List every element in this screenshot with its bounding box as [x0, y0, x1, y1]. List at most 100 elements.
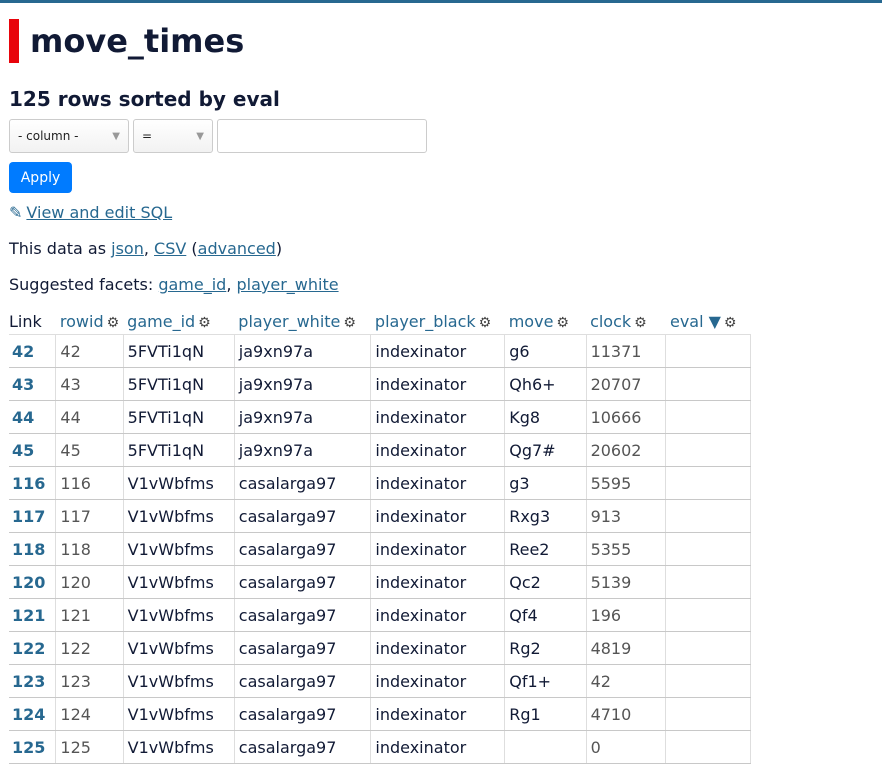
cell-player-black: indexinator [370, 532, 506, 566]
cell-clock: 20602 [586, 433, 667, 467]
cell-game-id: V1vWbfms [123, 466, 235, 500]
gear-icon[interactable]: ⚙ [634, 315, 647, 331]
gear-icon[interactable]: ⚙ [343, 315, 356, 331]
export-row: This data as json, CSV (advanced) [9, 239, 282, 258]
cell-eval [665, 499, 752, 533]
row-link[interactable]: 123 [9, 664, 57, 698]
column-header-player-white[interactable]: player_white ⚙ [234, 308, 371, 335]
operator-select[interactable]: = ▼ [133, 119, 213, 153]
row-link[interactable]: 44 [9, 400, 57, 434]
cell-move: g6 [504, 334, 587, 368]
column-header-game-id[interactable]: game_id ⚙ [123, 308, 235, 335]
csv-link[interactable]: CSV [154, 239, 186, 258]
cell-move: Qg7# [504, 433, 587, 467]
filter-value-input[interactable] [217, 119, 427, 153]
column-header-eval[interactable]: eval ▼ ⚙ [665, 308, 751, 335]
column-header-label: player_black [374, 311, 476, 331]
facets-label: Suggested facets: [9, 275, 159, 294]
table-header-row: Link rowid ⚙ game_id ⚙ player_white ⚙ playe… [9, 308, 751, 335]
cell-rowid: 123 [55, 664, 124, 698]
cell-eval [665, 433, 752, 467]
cell-player-white: casalarga97 [234, 532, 372, 566]
cell-eval [665, 730, 752, 764]
column-select[interactable]: - column - ▼ [9, 119, 129, 153]
export-label: This data as [9, 239, 112, 258]
cell-player-black: indexinator [370, 631, 506, 665]
cell-rowid: 116 [55, 466, 124, 500]
gear-icon[interactable]: ⚙ [107, 315, 120, 331]
row-link[interactable]: 42 [9, 334, 57, 368]
chevron-down-icon: ▼ [196, 130, 204, 142]
column-header-label: move [508, 311, 554, 331]
gear-icon[interactable]: ⚙ [556, 315, 569, 331]
cell-move: Rg1 [504, 697, 587, 731]
table-row: 121 121 V1vWbfms casalarga97 indexinator Qf4 1… [9, 598, 752, 632]
json-link[interactable]: json [111, 239, 144, 258]
gear-icon[interactable]: ⚙ [479, 315, 492, 331]
row-link[interactable]: 125 [9, 730, 57, 764]
view-edit-sql-link[interactable]: View and edit SQL [26, 203, 172, 222]
cell-player-black: indexinator [370, 664, 506, 698]
cell-eval [665, 664, 752, 698]
cell-clock: 42 [586, 664, 667, 698]
row-link[interactable]: 45 [9, 433, 57, 467]
table-row: 123 123 V1vWbfms casalarga97 indexinator Qf1+… [9, 664, 752, 698]
cell-player-black: indexinator [370, 565, 506, 599]
row-link[interactable]: 116 [9, 466, 57, 500]
row-link[interactable]: 121 [9, 598, 57, 632]
chevron-down-icon: ▼ [112, 130, 120, 142]
cell-player-black: indexinator [370, 334, 506, 368]
row-link[interactable]: 124 [9, 697, 57, 731]
row-link[interactable]: 43 [9, 367, 57, 401]
cell-rowid: 117 [55, 499, 124, 533]
column-header-clock[interactable]: clock ⚙ [586, 308, 666, 335]
cell-game-id: 5FVTi1qN [123, 400, 235, 434]
cell-move: Qc2 [504, 565, 587, 599]
cell-game-id: 5FVTi1qN [123, 367, 235, 401]
cell-clock: 0 [586, 730, 667, 764]
cell-player-black: indexinator [370, 598, 506, 632]
column-header-player-black[interactable]: player_black ⚙ [370, 308, 505, 335]
cell-move: Rg2 [504, 631, 587, 665]
row-link[interactable]: 118 [9, 532, 57, 566]
cell-player-white: casalarga97 [234, 598, 372, 632]
facet-player-white-link[interactable]: player_white [236, 275, 338, 294]
cell-eval [665, 598, 752, 632]
column-header-label: rowid [59, 311, 104, 331]
cell-player-white: casalarga97 [234, 499, 372, 533]
results-table: Link rowid ⚙ game_id ⚙ player_white ⚙ playe… [9, 308, 752, 764]
cell-game-id: V1vWbfms [123, 631, 235, 665]
row-link[interactable]: 122 [9, 631, 57, 665]
column-header-move[interactable]: move ⚙ [504, 308, 587, 335]
cell-clock: 196 [586, 598, 667, 632]
gear-icon[interactable]: ⚙ [198, 315, 211, 331]
table-row: 122 122 V1vWbfms casalarga97 indexinator Rg2 4… [9, 631, 752, 665]
cell-eval [665, 631, 752, 665]
cell-rowid: 125 [55, 730, 124, 764]
facet-game-id-link[interactable]: game_id [158, 275, 226, 294]
cell-player-white: ja9xn97a [234, 433, 372, 467]
cell-player-white: ja9xn97a [234, 334, 372, 368]
apply-button[interactable]: Apply [9, 162, 72, 193]
cell-rowid: 42 [55, 334, 124, 368]
gear-icon[interactable]: ⚙ [724, 315, 737, 331]
cell-rowid: 118 [55, 532, 124, 566]
cell-clock: 10666 [586, 400, 667, 434]
row-link[interactable]: 120 [9, 565, 57, 599]
cell-player-black: indexinator [370, 466, 506, 500]
cell-move: Ree2 [504, 532, 587, 566]
advanced-link[interactable]: advanced [198, 239, 276, 258]
cell-player-white: casalarga97 [234, 697, 372, 731]
cell-player-black: indexinator [370, 499, 506, 533]
cell-clock: 5595 [586, 466, 667, 500]
cell-rowid: 121 [55, 598, 124, 632]
row-link[interactable]: 117 [9, 499, 57, 533]
table-row: 44 44 5FVTi1qN ja9xn97a indexinator Kg8 10666 [9, 400, 752, 434]
cell-player-white: ja9xn97a [234, 400, 372, 434]
cell-clock: 4710 [586, 697, 667, 731]
column-header-rowid[interactable]: rowid ⚙ [55, 308, 124, 335]
cell-move: Kg8 [504, 400, 587, 434]
cell-clock: 913 [586, 499, 667, 533]
cell-move: Qh6+ [504, 367, 587, 401]
cell-eval [665, 334, 752, 368]
